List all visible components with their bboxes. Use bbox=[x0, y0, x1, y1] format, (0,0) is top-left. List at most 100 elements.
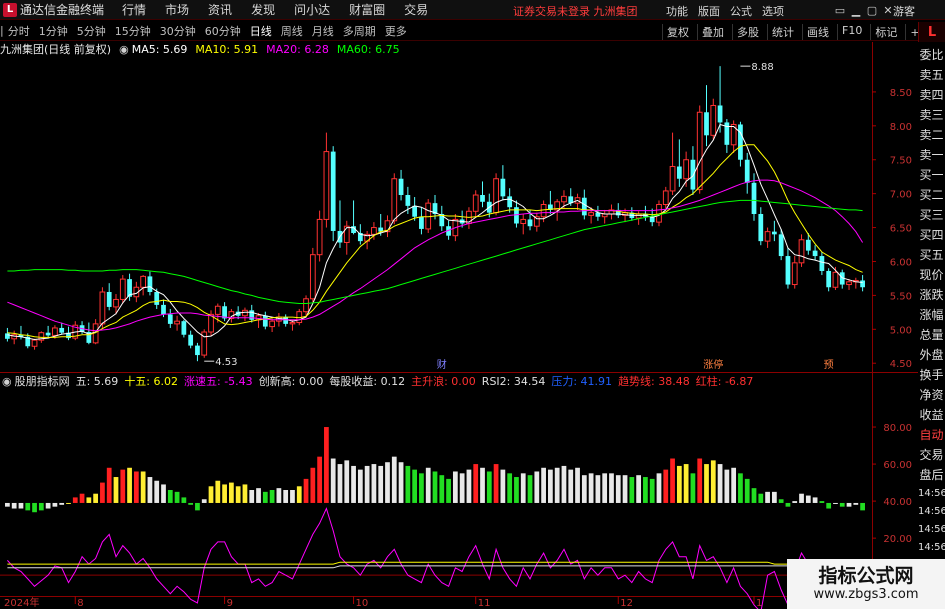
candle-body bbox=[174, 320, 180, 325]
indicator-bar bbox=[140, 471, 146, 503]
indicator-bar bbox=[643, 477, 648, 503]
candle-body bbox=[758, 214, 764, 242]
indicator-bar bbox=[303, 478, 309, 503]
side-panel-item[interactable]: 买一 bbox=[918, 164, 945, 184]
candle-body bbox=[778, 234, 784, 257]
side-panel-item[interactable]: 卖一 bbox=[918, 144, 945, 164]
indicator-bar bbox=[588, 473, 594, 503]
indicator-bar bbox=[18, 502, 24, 509]
side-panel-item[interactable]: 现价 bbox=[918, 264, 945, 284]
indicator-bar bbox=[208, 486, 214, 503]
side-panel-item[interactable]: 14:56 bbox=[918, 520, 945, 538]
indicator-bar bbox=[527, 475, 533, 503]
indicator-bar bbox=[181, 497, 187, 503]
kline-chart-canvas[interactable]: 8.50 8.00 7.50 7.00 6.50 6.00 5.50 5.00 4.50 80.0… bbox=[0, 0, 918, 609]
side-panel-item[interactable]: 净资 bbox=[918, 384, 945, 404]
indicator-bar bbox=[561, 465, 567, 503]
indicator-bar bbox=[670, 458, 675, 503]
indicator-bar bbox=[215, 480, 221, 503]
indicator-bar bbox=[276, 488, 282, 503]
indicator-line bbox=[7, 565, 863, 569]
side-panel-item[interactable]: 收益 bbox=[918, 404, 945, 424]
candle-body bbox=[113, 298, 119, 308]
indicator-bar bbox=[724, 469, 730, 503]
indicator-bar bbox=[710, 460, 716, 503]
side-panel-item[interactable]: 卖三 bbox=[918, 104, 945, 124]
candle-body bbox=[635, 213, 642, 219]
indicator-bar bbox=[195, 502, 200, 511]
indicator-bar bbox=[738, 473, 743, 503]
candle-body bbox=[819, 256, 825, 271]
side-panel-item[interactable]: 委比 bbox=[918, 44, 945, 64]
indicator-bar bbox=[93, 493, 99, 503]
side-panel-item[interactable]: 自动 bbox=[918, 424, 945, 444]
side-panel-item[interactable]: 14:56 bbox=[918, 502, 945, 520]
indicator-bar bbox=[846, 502, 852, 507]
candle-body bbox=[507, 196, 513, 208]
indicator-bar bbox=[833, 502, 838, 504]
side-panel-item[interactable]: 买二 bbox=[918, 184, 945, 204]
indicator-bar bbox=[663, 469, 669, 503]
indicator-bar bbox=[649, 478, 655, 503]
side-panel-item[interactable]: 14:56 bbox=[918, 538, 945, 556]
time-axis-label: 12 bbox=[620, 598, 633, 609]
side-panel-item[interactable]: 外盘 bbox=[918, 344, 945, 364]
side-panel-item[interactable]: 交易 bbox=[918, 444, 945, 464]
candle-body bbox=[195, 345, 200, 356]
side-panel-item[interactable]: 卖二 bbox=[918, 124, 945, 144]
indicator-bar bbox=[357, 469, 363, 503]
side-panel-item[interactable]: 总量 bbox=[918, 324, 945, 344]
side-panel-item[interactable]: 换手 bbox=[918, 364, 945, 384]
indicator-bar bbox=[792, 501, 798, 503]
candle-body bbox=[704, 112, 709, 136]
indicator-bar bbox=[25, 502, 31, 511]
indicator-bar bbox=[812, 497, 818, 503]
indicator-bar bbox=[778, 499, 784, 503]
candle-body bbox=[696, 111, 703, 191]
indicator-bar bbox=[32, 502, 37, 513]
side-panel-item[interactable]: 盘后 bbox=[918, 464, 945, 484]
indicator-bar bbox=[839, 502, 845, 507]
candle-body bbox=[826, 270, 832, 288]
indicator-bar bbox=[826, 502, 832, 509]
indicator-bar bbox=[697, 458, 703, 503]
indicator-bar bbox=[690, 473, 696, 503]
side-panel-item[interactable]: 买四 bbox=[918, 224, 945, 244]
side-panel-item[interactable]: 买五 bbox=[918, 244, 945, 264]
indicator-bar bbox=[520, 473, 526, 503]
price-axis-label: 8.00 bbox=[890, 122, 912, 133]
candle-body bbox=[52, 327, 58, 336]
price-axis-label: 6.50 bbox=[890, 224, 912, 235]
side-panel-item[interactable]: 卖四 bbox=[918, 84, 945, 104]
indicator-bar bbox=[262, 491, 268, 503]
indicator-bar bbox=[405, 465, 411, 503]
candle-body bbox=[343, 225, 350, 243]
indicator-bar bbox=[452, 471, 458, 503]
event-marker: 财 bbox=[437, 358, 447, 371]
indicator-bar bbox=[269, 490, 275, 503]
side-panel-item[interactable]: 涨幅 bbox=[918, 304, 945, 324]
candle-body bbox=[500, 178, 506, 197]
indicator-bar bbox=[744, 478, 750, 503]
side-panel-item[interactable]: 卖五 bbox=[918, 64, 945, 84]
indicator-bar bbox=[676, 465, 682, 503]
candle-body bbox=[561, 195, 567, 203]
time-axis-label: 10 bbox=[356, 598, 369, 609]
price-axis-label: 5.00 bbox=[890, 325, 912, 336]
candle-body bbox=[717, 105, 723, 123]
indicator-bar bbox=[72, 497, 78, 503]
indicator-bar bbox=[100, 482, 105, 503]
indicator-bar bbox=[256, 488, 261, 503]
candle-body bbox=[744, 159, 750, 183]
candle-body bbox=[181, 321, 187, 335]
side-panel-item[interactable]: 买三 bbox=[918, 204, 945, 224]
indicator-axis-label: 40.00 bbox=[883, 497, 912, 508]
candle-body bbox=[771, 231, 777, 235]
side-panel-item[interactable]: 14:56 bbox=[918, 484, 945, 502]
indicator-bar bbox=[45, 502, 51, 509]
candle-body bbox=[167, 314, 173, 324]
extreme-price-label: 4.53 bbox=[215, 357, 237, 368]
side-panel-item[interactable]: 涨跌 bbox=[918, 284, 945, 304]
candle-body bbox=[405, 195, 411, 206]
candle-body bbox=[764, 231, 771, 242]
